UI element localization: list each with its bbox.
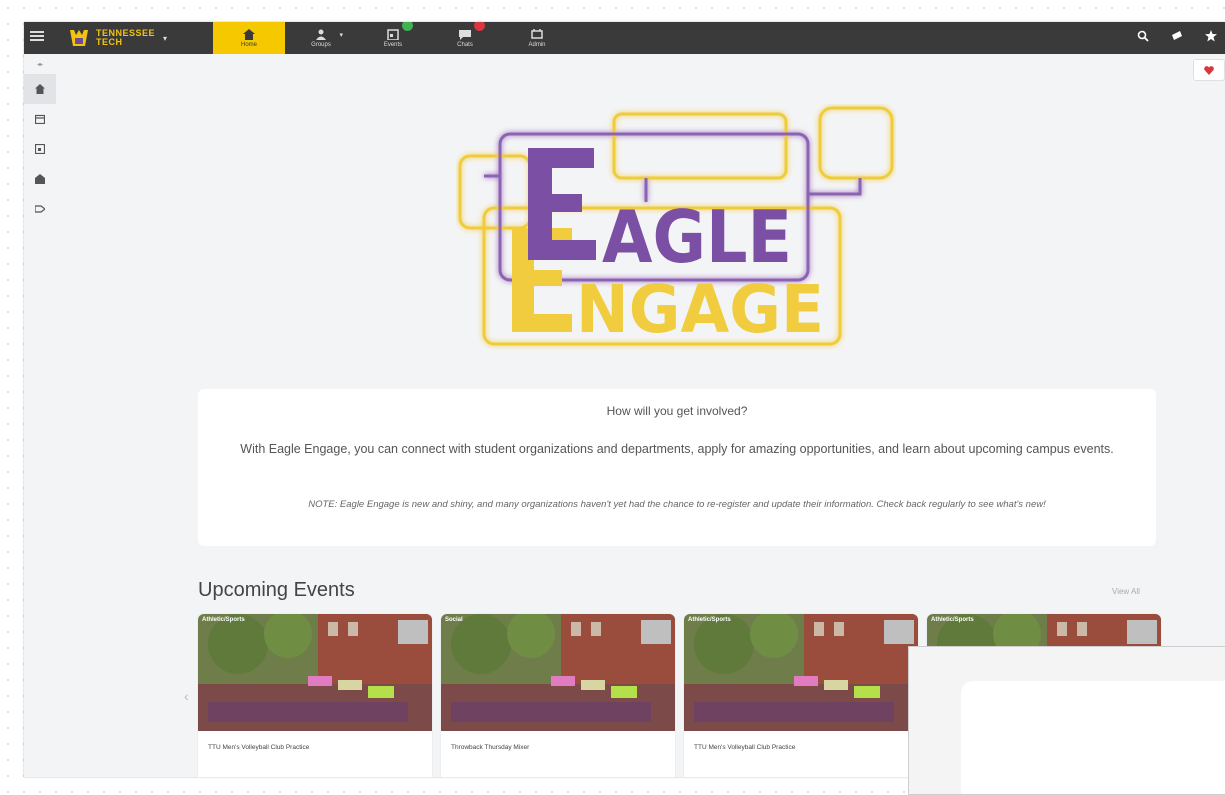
svg-text:AGLE: AGLE — [602, 195, 792, 279]
nav-events-label: Events — [383, 41, 403, 48]
event-meta — [694, 770, 794, 774]
intro-note: NOTE: Eagle Engage is new and shiny, and… — [308, 499, 1046, 510]
star-icon[interactable] — [1205, 30, 1217, 42]
home-icon — [243, 28, 255, 40]
nav-home[interactable]: Home — [213, 22, 285, 54]
university-crest-icon — [70, 30, 88, 46]
search-icon[interactable] — [1137, 30, 1149, 42]
chevron-down-icon: ▾ — [339, 32, 343, 39]
nav-admin[interactable]: Admin — [501, 22, 573, 54]
nav-groups-label: Groups — [311, 41, 331, 48]
nav-events[interactable]: Events — [357, 22, 429, 54]
nav-chats-label: Chats — [457, 41, 473, 48]
rail-calendar[interactable] — [24, 104, 56, 134]
chevron-left-icon[interactable]: ‹ — [184, 688, 189, 704]
events-badge — [402, 22, 413, 31]
chats-badge — [474, 22, 485, 31]
event-category: Athletic/Sports — [688, 617, 731, 623]
eagle-engage-logo: AGLE NGAGE — [458, 106, 894, 348]
rail-groups[interactable] — [24, 164, 56, 194]
collapse-icon[interactable]: ◂▸ — [24, 54, 56, 74]
tag-icon — [35, 205, 45, 213]
event-title: TTU Men's Volleyball Club Practice — [208, 744, 310, 751]
calendar-icon — [35, 114, 45, 124]
brand-logo[interactable]: TENNESSEE TECH ▾ — [68, 25, 167, 51]
intro-card: How will you get involved? With Eagle En… — [198, 389, 1156, 546]
admin-icon — [531, 28, 543, 39]
nav-groups[interactable]: Groups ▾ — [285, 22, 357, 54]
menu-icon[interactable] — [30, 29, 44, 43]
heart-icon — [1204, 65, 1214, 75]
event-card[interactable]: Athletic/Sports TTU Men's Volleyball Clu… — [198, 614, 432, 777]
rail-events[interactable] — [24, 134, 56, 164]
event-category: Social — [445, 617, 463, 623]
section-title: Upcoming Events — [198, 579, 355, 601]
event-meta — [451, 770, 551, 774]
building-icon — [35, 174, 45, 184]
event-image — [198, 614, 432, 731]
intro-question: How will you get involved? — [606, 404, 748, 418]
top-right-actions — [1137, 30, 1217, 42]
nav-home-label: Home — [240, 41, 257, 48]
left-rail: ◂▸ — [24, 54, 56, 777]
megaphone-icon[interactable] — [1171, 30, 1183, 42]
brand-line-2: TECH — [96, 37, 123, 47]
event-image — [441, 614, 675, 731]
event-card[interactable]: Social Throwback Thursday Mixer — [441, 614, 675, 777]
overlay-panel — [961, 681, 1225, 794]
event-category: Athletic/Sports — [931, 617, 974, 623]
help-button[interactable] — [1193, 59, 1225, 81]
svg-text:NGAGE: NGAGE — [576, 271, 824, 348]
nav-chats[interactable]: Chats — [429, 22, 501, 54]
groups-icon — [316, 29, 326, 40]
rail-tags[interactable] — [24, 194, 56, 224]
top-navigation-bar: TENNESSEE TECH ▾ Home Groups ▾ Events Ch… — [24, 22, 1225, 54]
events-icon — [35, 144, 45, 154]
event-card[interactable]: Athletic/Sports TTU Men's Volleyball Clu… — [684, 614, 918, 777]
home-icon — [35, 84, 45, 94]
event-title: Throwback Thursday Mixer — [451, 744, 530, 751]
overlapping-window — [908, 646, 1225, 795]
nav-admin-label: Admin — [528, 41, 546, 48]
main-nav: Home Groups ▾ Events Chats Admin — [213, 22, 573, 54]
chevron-down-icon: ▾ — [163, 33, 168, 43]
chats-icon — [459, 29, 471, 40]
view-all-link[interactable]: View All — [1112, 587, 1140, 596]
event-category: Athletic/Sports — [202, 617, 245, 623]
event-image — [684, 614, 918, 731]
event-title: TTU Men's Volleyball Club Practice — [694, 744, 796, 751]
event-meta — [208, 770, 308, 774]
rail-home[interactable] — [24, 74, 56, 104]
intro-body: With Eagle Engage, you can connect with … — [240, 442, 1114, 456]
events-icon — [387, 28, 399, 40]
